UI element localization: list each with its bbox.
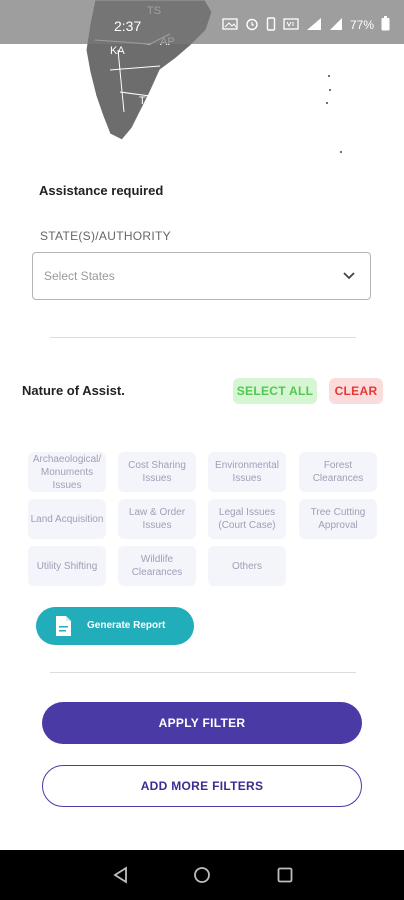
chip-environmental[interactable]: Environmental Issues	[208, 452, 286, 492]
alarm-icon	[245, 17, 259, 34]
generate-report-label: Generate Report	[87, 620, 166, 631]
states-placeholder: Select States	[44, 269, 115, 283]
clear-button[interactable]: CLEAR	[329, 378, 383, 404]
map-label-ka: KA	[110, 45, 125, 57]
home-icon[interactable]	[193, 866, 211, 889]
map-label-tn: TN	[139, 95, 154, 107]
wifi-icon	[306, 17, 322, 34]
chip-others[interactable]: Others	[208, 546, 286, 586]
assistance-title: Assistance required	[39, 183, 164, 198]
divider	[50, 672, 356, 673]
chip-wildlife[interactable]: Wildlife Clearances	[118, 546, 196, 586]
chip-land-acquisition[interactable]: Land Acquisition	[28, 499, 106, 539]
status-icons: 77%	[222, 16, 390, 34]
chip-legal-issues[interactable]: Legal Issues (Court Case)	[208, 499, 286, 539]
chip-tree-cutting[interactable]: Tree Cutting Approval	[299, 499, 377, 539]
battery-icon	[381, 16, 390, 34]
navigation-bar	[0, 850, 404, 900]
apply-filter-button[interactable]: APPLY FILTER	[42, 702, 362, 744]
status-time: 2:37	[114, 18, 142, 34]
recents-icon[interactable]	[276, 866, 294, 889]
chip-cost-sharing[interactable]: Cost Sharing Issues	[118, 452, 196, 492]
select-all-button[interactable]: SELECT ALL	[233, 378, 317, 404]
divider	[50, 337, 356, 338]
battery-percent: 77%	[349, 18, 374, 32]
chip-archaeological[interactable]: Archaeological/ Monuments Issues	[28, 452, 106, 492]
gallery-icon	[222, 17, 238, 33]
chip-utility-shifting[interactable]: Utility Shifting	[28, 546, 106, 586]
chip-forest-clearances[interactable]: Forest Clearances	[299, 452, 377, 492]
phone-icon	[266, 16, 276, 34]
volte-icon	[283, 17, 299, 33]
document-icon	[53, 615, 73, 640]
nature-title: Nature of Assist.	[22, 383, 125, 398]
status-bar: 2:37 77%	[0, 0, 404, 44]
states-select[interactable]: Select States	[32, 252, 371, 300]
add-more-filters-button[interactable]: ADD MORE FILTERS	[42, 765, 362, 807]
chevron-down-icon	[342, 268, 356, 287]
signal-icon	[329, 17, 343, 34]
chip-law-order[interactable]: Law & Order Issues	[118, 499, 196, 539]
generate-report-button[interactable]: Generate Report	[36, 607, 194, 645]
states-label: STATE(S)/AUTHORITY	[40, 229, 171, 243]
back-icon[interactable]	[112, 866, 130, 889]
